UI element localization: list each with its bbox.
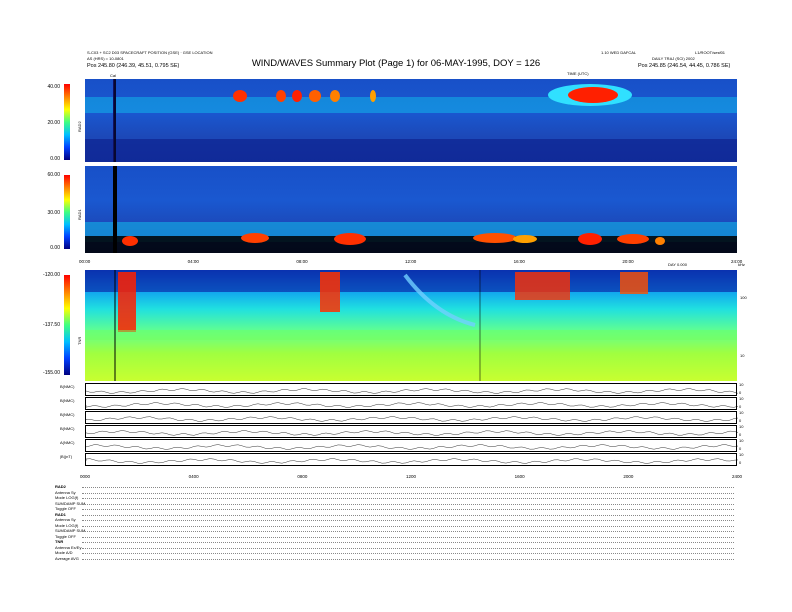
rad2-ytick-bottom: 0.00 — [50, 156, 60, 162]
receiver-dots — [82, 536, 734, 538]
strip-trace-4 — [86, 444, 738, 450]
strip-trace-0 — [86, 388, 738, 394]
x-tick-top: 08:00 — [296, 259, 308, 264]
strip-trace-5 — [86, 458, 738, 464]
strip-trace-2 — [86, 416, 738, 422]
receiver-row: Mode LOG(f) — [55, 495, 79, 500]
strip-right-top-0: 10 — [739, 382, 744, 387]
receiver-group-1: RAD1 — [55, 511, 66, 517]
receiver-dots — [82, 558, 734, 560]
strip-label-1: B(NMC) — [60, 398, 75, 403]
tnr-right-tick-100: 100 — [740, 295, 747, 300]
strip-label-3: B(NMC) — [60, 426, 75, 431]
receiver-row: Antenna Sy — [55, 517, 76, 522]
time-label: TIME (UTC) — [567, 71, 589, 76]
strip-right-bottom-0: 0 — [739, 390, 742, 395]
x-tick-bottom: 1200 — [406, 474, 417, 479]
strip-trace-3 — [86, 430, 738, 436]
x-tick-bottom: 2400 — [732, 474, 743, 479]
receiver-dots — [82, 520, 734, 521]
strip-right-bottom-4: 0 — [739, 446, 742, 451]
strip-right-bottom-1: 0 — [739, 404, 742, 409]
strip-5 — [85, 453, 738, 466]
x-tick-bottom: 2000 — [623, 474, 634, 479]
strip-label-0: B(NMC) — [60, 384, 75, 389]
receiver-dots — [82, 542, 734, 543]
receiver-row: Toggle OFF — [55, 506, 76, 511]
x-tick-top: 12:00 — [405, 259, 417, 264]
receiver-row: Antenna Sy — [55, 489, 76, 495]
strip-right-top-5: 10 — [739, 452, 744, 457]
tnr-colorbar — [64, 275, 70, 375]
x-tick-bottom: 0800 — [297, 474, 308, 479]
x-tick-top: 16:00 — [513, 259, 525, 264]
rad2-ytick-mid: 20.00 — [47, 120, 60, 126]
receiver-dots — [82, 503, 734, 505]
receiver-dots — [82, 553, 734, 554]
strip-0 — [85, 383, 738, 396]
receiver-row: SUMDAMP SUM — [55, 528, 86, 533]
header-left-line1: S-C03 + SC2 D03 SPACECRAFT POSITION (GSE… — [87, 50, 213, 55]
receiver-dots — [82, 498, 734, 499]
rad1-ytick-mid: 30.00 — [47, 210, 60, 216]
rad1-name: RAD1 — [77, 209, 82, 220]
rad1-ytick-top: 60.00 — [47, 172, 60, 178]
x-tick-bottom: 0000 — [80, 474, 91, 479]
tnr-right-tick-10: 10 — [740, 353, 745, 358]
receiver-row: Toggle OFF — [55, 533, 76, 539]
strip-right-top-3: 10 — [739, 424, 744, 429]
receiver-row: Mode LOG(f) — [55, 522, 79, 528]
strip-2 — [85, 411, 738, 424]
strip-trace-1 — [86, 402, 738, 408]
receiver-group-2: TNR — [55, 539, 64, 544]
rad1-ytick-bottom: 0.00 — [50, 245, 60, 251]
strip-label-5: |B|(nT) — [60, 454, 73, 459]
tnr-name: TNR — [77, 336, 82, 345]
rad2-name: RAD2 — [77, 121, 82, 132]
receiver-dots — [82, 487, 734, 488]
rad1-spectrogram — [85, 166, 737, 253]
tnr-ytick-top: -120.00 — [43, 272, 60, 278]
strip-4 — [85, 439, 738, 452]
receiver-dots — [82, 525, 734, 527]
receiver-dots — [82, 492, 734, 494]
strip-right-bottom-3: 0 — [739, 432, 742, 437]
strip-3 — [85, 425, 738, 438]
receiver-group-0: RAD2 — [55, 484, 66, 489]
cal-label: Cal — [110, 73, 117, 78]
x-tick-bottom: 0400 — [188, 474, 199, 479]
header-right-top: L1/ROOT/sesf01 — [695, 50, 726, 55]
strip-right-bottom-2: 0 — [739, 418, 742, 423]
tnr-right-unit: kHz — [738, 262, 745, 267]
x-tick-bottom: 1600 — [514, 474, 525, 479]
strip-1 — [85, 397, 738, 410]
strip-right-top-1: 10 — [739, 396, 744, 401]
x-tick-top: 20:00 — [622, 259, 634, 264]
x-tick-top: 04:00 — [187, 259, 199, 264]
receiver-dots — [82, 547, 734, 549]
rad2-colorbar — [64, 84, 70, 160]
strip-right-bottom-5: 0 — [739, 460, 742, 465]
x-axis-day-label: DAY 0.000 — [668, 262, 687, 267]
rad2-ytick-top: 40.00 — [47, 84, 60, 90]
receiver-dots — [82, 531, 734, 532]
rad2-spectrogram — [85, 79, 737, 162]
receiver-row: Average AVG — [55, 555, 79, 561]
receiver-dots — [82, 509, 734, 510]
strip-label-2: B(NMC) — [60, 412, 75, 417]
strip-right-top-2: 10 — [739, 410, 744, 415]
strip-right-top-4: 10 — [739, 438, 744, 443]
header-right-center: 1.10 WED DAFCAL — [601, 50, 637, 55]
rad1-colorbar — [64, 175, 70, 249]
x-tick-top: 00:00 — [79, 259, 91, 264]
receiver-row: Mode A/D — [55, 550, 73, 555]
receiver-row: SUMDAMP SUM — [55, 500, 86, 506]
strip-label-4: A(NMC) — [60, 440, 75, 445]
plot-title: WIND/WAVES Summary Plot (Page 1) for 06-… — [251, 58, 541, 69]
receiver-dots — [82, 514, 734, 516]
tnr-ytick-bottom: -155.00 — [43, 370, 60, 376]
receiver-row: Antenna Ex/Ey — [55, 544, 82, 550]
tnr-spectrogram — [85, 270, 737, 381]
tnr-ytick-mid: -137.50 — [43, 322, 60, 328]
